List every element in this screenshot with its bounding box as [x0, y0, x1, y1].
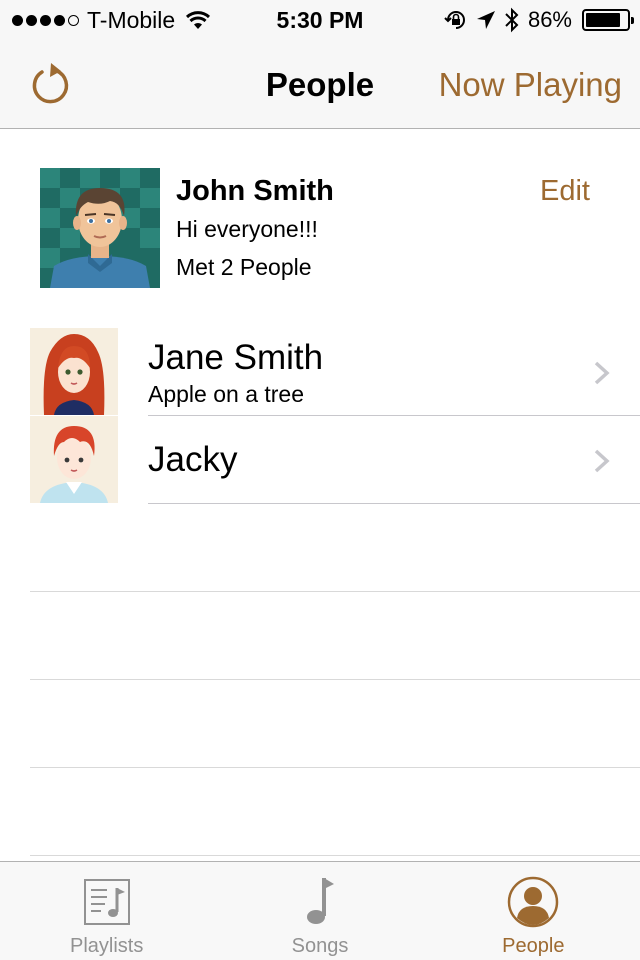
- tab-bar: Playlists Songs People: [0, 861, 640, 960]
- status-right: 86%: [444, 7, 634, 33]
- refresh-button[interactable]: [28, 60, 74, 106]
- male-avatar-image: [40, 168, 160, 288]
- profile-name: John Smith: [176, 175, 334, 207]
- profile-status-message: Hi everyone!!!: [176, 216, 318, 242]
- battery-level-fill: [586, 13, 621, 27]
- female-red-hair-avatar-image: [30, 328, 118, 415]
- person-name: Jacky: [148, 440, 238, 479]
- status-bar: T-Mobile 5:30 PM 86%: [0, 0, 640, 40]
- tab-songs[interactable]: Songs: [213, 862, 426, 960]
- person-subtitle: Apple on a tree: [148, 381, 305, 407]
- chevron-right-icon: [594, 361, 610, 385]
- location-icon: [476, 11, 495, 29]
- person-icon: [507, 876, 559, 928]
- empty-row-separator: [30, 767, 640, 768]
- battery-percent: 86%: [527, 7, 572, 32]
- empty-row-separator: [30, 679, 640, 680]
- music-note-icon: [294, 876, 346, 928]
- bluetooth-icon: [505, 7, 519, 33]
- navigation-bar: People Now Playing: [0, 40, 640, 129]
- my-profile-header: John Smith Hi everyone!!! Met 2 People E…: [0, 130, 640, 320]
- empty-row-separator: [30, 591, 640, 592]
- short-red-hair-avatar-image: [30, 416, 118, 503]
- battery-icon: [582, 9, 634, 31]
- profile-avatar[interactable]: [40, 168, 160, 288]
- avatar: [30, 416, 118, 503]
- chevron-right-icon: [594, 449, 610, 473]
- now-playing-button[interactable]: Now Playing: [439, 66, 622, 104]
- list-item-jane-smith[interactable]: Jane Smith Apple on a tree: [0, 328, 640, 416]
- edit-profile-button[interactable]: Edit: [540, 174, 590, 208]
- refresh-icon: [32, 63, 69, 104]
- tab-playlists[interactable]: Playlists: [0, 862, 213, 960]
- tab-label: Songs: [291, 935, 349, 957]
- rotation-lock-icon: [444, 11, 465, 29]
- empty-row-separator: [30, 855, 640, 856]
- people-list: Jane Smith Apple on a tree Jacky: [0, 328, 640, 504]
- tab-label: Playlists: [69, 935, 144, 957]
- profile-met-count: Met 2 People: [176, 254, 312, 280]
- avatar: [30, 328, 118, 415]
- tab-label: People: [502, 935, 565, 957]
- person-name: Jane Smith: [148, 338, 324, 377]
- playlist-icon: [81, 876, 133, 928]
- row-separator: [148, 503, 640, 504]
- tab-people[interactable]: People: [427, 862, 640, 960]
- list-item-jacky[interactable]: Jacky: [0, 416, 640, 504]
